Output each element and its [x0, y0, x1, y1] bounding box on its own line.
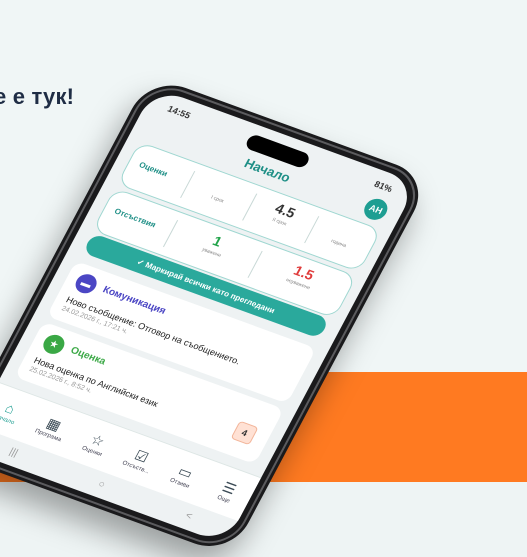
tab-schedule[interactable]: ▦ Програма	[30, 411, 75, 445]
grade-year: година	[329, 238, 348, 249]
star-icon: ★	[39, 332, 69, 357]
notification-title: Оценка	[68, 345, 108, 368]
calendar-icon: ▦	[43, 414, 65, 434]
tab-home[interactable]: ⌂ Начало	[0, 395, 31, 429]
recents-icon[interactable]: |||	[7, 446, 20, 458]
tab-more[interactable]: ☰ Още	[205, 475, 250, 509]
tab-absences[interactable]: ☑ Отсъств...	[117, 443, 162, 477]
home-circle-icon[interactable]: ○	[96, 478, 107, 490]
headline: е е тук!	[0, 84, 75, 109]
tab-grades[interactable]: ☆ Оценки	[73, 427, 118, 461]
absences-label: Отсъствия	[112, 206, 158, 230]
status-battery: 81%	[372, 179, 395, 195]
tab-feedback[interactable]: ▭ Отзиви	[161, 459, 206, 493]
grade-badge: 4	[230, 420, 259, 446]
chat-icon: ▬	[71, 271, 101, 297]
status-time: 14:55	[165, 103, 193, 121]
clipboard-icon: ▭	[175, 462, 196, 482]
star-icon: ☆	[88, 430, 108, 450]
back-icon[interactable]: <	[184, 510, 195, 522]
grades-label: Оценки	[137, 160, 170, 179]
checklist-icon: ☑	[132, 446, 152, 466]
home-icon: ⌂	[2, 399, 18, 417]
